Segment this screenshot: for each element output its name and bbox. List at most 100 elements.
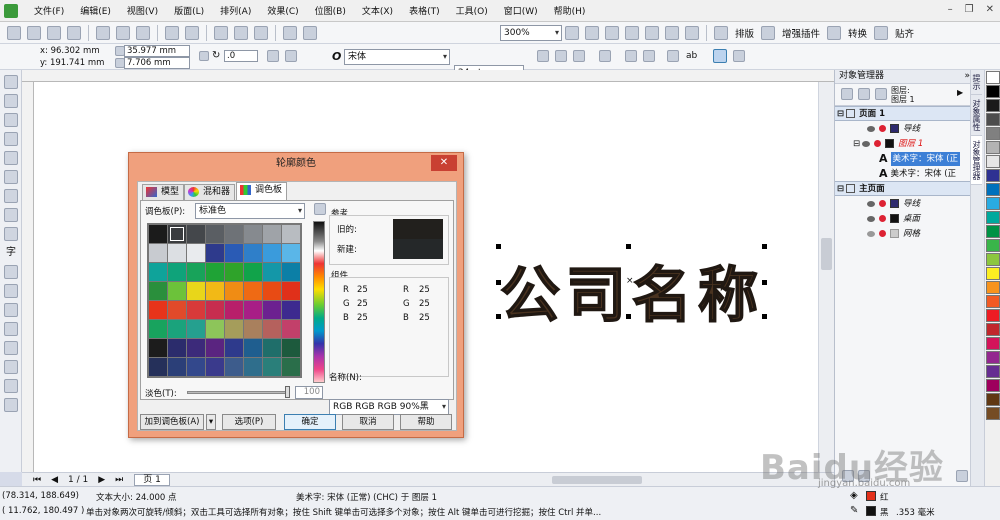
color-swatch[interactable] — [244, 282, 262, 300]
color-swatch[interactable] — [263, 244, 281, 262]
text-edit-icon[interactable] — [667, 50, 679, 62]
color-swatch[interactable] — [206, 263, 224, 281]
docker-menu-icon[interactable]: ▶ — [957, 88, 963, 97]
pick-tool-icon[interactable] — [4, 75, 18, 89]
color-swatch[interactable] — [187, 358, 205, 376]
color-swatch[interactable] — [187, 244, 205, 262]
minimize-icon[interactable]: – — [948, 4, 953, 15]
fill-tool-icon[interactable] — [4, 379, 18, 393]
cancel-button[interactable]: 取消 — [342, 414, 394, 430]
y-position-field[interactable]: y: 191.741 mm — [40, 58, 104, 68]
delete-icon[interactable] — [956, 470, 968, 482]
selection-handle[interactable] — [626, 244, 631, 249]
edit-across-layers-icon[interactable] — [858, 88, 870, 100]
shape-tool-icon[interactable] — [4, 94, 18, 108]
first-page-icon[interactable]: ⏮ — [33, 475, 41, 485]
color-swatch[interactable] — [282, 320, 300, 338]
palette-swatch[interactable] — [986, 85, 1000, 98]
color-name-select[interactable]: RGB RGB RGB 90%黑 — [329, 399, 449, 415]
horizontal-text-icon[interactable] — [713, 49, 727, 63]
welcome-icon[interactable] — [303, 25, 317, 40]
palette-swatch[interactable] — [986, 225, 1000, 238]
eye-icon[interactable] — [862, 140, 871, 147]
export-icon[interactable] — [234, 25, 248, 40]
selection-handle[interactable] — [496, 280, 501, 285]
color-swatch[interactable] — [149, 320, 167, 338]
color-swatch[interactable] — [206, 339, 224, 357]
lock-ratio-icon[interactable] — [199, 51, 209, 61]
palette-swatch[interactable] — [986, 141, 1000, 154]
font-family-combo[interactable]: 宋体 — [344, 49, 450, 65]
color-swatch[interactable] — [225, 263, 243, 281]
palette-swatch[interactable] — [986, 309, 1000, 322]
menu-file[interactable]: 文件(F) — [26, 4, 72, 17]
tab-mixers[interactable]: 混和器 — [184, 184, 236, 200]
palette-swatch[interactable] — [986, 197, 1000, 210]
tab-palettes[interactable]: 调色板 — [236, 182, 288, 200]
color-swatch[interactable] — [168, 301, 186, 319]
tint-slider-handle[interactable] — [285, 386, 290, 398]
print-toggle-icon[interactable] — [879, 200, 886, 207]
palette-swatch[interactable] — [986, 99, 1000, 112]
crop-tool-icon[interactable] — [4, 113, 18, 127]
palette-swatch[interactable] — [986, 183, 1000, 196]
menu-view[interactable]: 视图(V) — [119, 4, 166, 17]
color-swatch[interactable] — [149, 282, 167, 300]
color-swatch[interactable] — [282, 225, 300, 243]
next-page-icon[interactable]: ▶ — [98, 475, 105, 485]
color-swatch[interactable] — [282, 301, 300, 319]
palette-swatch[interactable] — [986, 337, 1000, 350]
color-swatch[interactable] — [225, 225, 243, 243]
selection-handle[interactable] — [496, 244, 501, 249]
cut-icon[interactable] — [96, 25, 110, 40]
save-icon[interactable] — [47, 25, 61, 40]
bold-icon[interactable] — [537, 50, 549, 62]
color-swatch[interactable] — [187, 301, 205, 319]
color-swatch[interactable] — [149, 225, 167, 243]
menu-effects[interactable]: 效果(C) — [259, 4, 306, 17]
bullet-icon[interactable] — [625, 50, 637, 62]
eye-icon[interactable] — [867, 230, 875, 237]
zoom-combo[interactable]: 300% — [500, 24, 562, 41]
color-swatch[interactable] — [187, 282, 205, 300]
print-toggle-icon[interactable] — [879, 230, 886, 237]
color-swatch[interactable] — [206, 244, 224, 262]
open-icon[interactable] — [27, 25, 41, 40]
layer-manager-icon[interactable] — [875, 88, 887, 100]
ok-button[interactable]: 确定 — [284, 414, 336, 430]
color-swatch[interactable] — [225, 320, 243, 338]
vertical-scrollbar[interactable] — [818, 82, 834, 472]
master-guides-row[interactable]: 导线 — [835, 196, 970, 211]
palette-swatch[interactable] — [986, 113, 1000, 126]
paste-icon[interactable] — [136, 25, 150, 40]
interactive-fill-icon[interactable] — [4, 398, 18, 412]
print-toggle-icon[interactable] — [879, 215, 886, 222]
artistic-text-row[interactable]: A 美术字：宋体 (正 — [835, 151, 970, 166]
palette-swatch[interactable] — [986, 393, 1000, 406]
print-icon[interactable] — [67, 25, 81, 40]
zoom-width-icon[interactable] — [605, 25, 619, 40]
app-launcher-icon[interactable] — [283, 25, 297, 40]
eye-icon[interactable] — [867, 215, 875, 222]
print-toggle-icon[interactable] — [879, 125, 886, 132]
color-swatch[interactable] — [244, 225, 262, 243]
color-swatch[interactable] — [282, 282, 300, 300]
color-swatch[interactable] — [263, 320, 281, 338]
eye-icon[interactable] — [867, 200, 875, 207]
tint-slider[interactable] — [187, 391, 289, 394]
plugin-button[interactable]: 增强插件 — [782, 26, 820, 40]
options-button[interactable]: 选项(P) — [222, 414, 276, 430]
palette-swatch[interactable] — [986, 267, 1000, 280]
menu-table[interactable]: 表格(T) — [401, 4, 448, 17]
vertical-ruler[interactable] — [22, 82, 34, 472]
color-swatch[interactable] — [244, 301, 262, 319]
color-swatch[interactable] — [282, 263, 300, 281]
color-swatch[interactable] — [168, 358, 186, 376]
menu-bitmaps[interactable]: 位图(B) — [307, 4, 354, 17]
undo-icon[interactable] — [165, 25, 179, 40]
menu-layout[interactable]: 版面(L) — [166, 4, 212, 17]
palette-swatch[interactable] — [986, 351, 1000, 364]
color-swatch[interactable] — [225, 244, 243, 262]
menu-arrange[interactable]: 排列(A) — [212, 4, 259, 17]
mirror-v-icon[interactable] — [285, 50, 297, 62]
